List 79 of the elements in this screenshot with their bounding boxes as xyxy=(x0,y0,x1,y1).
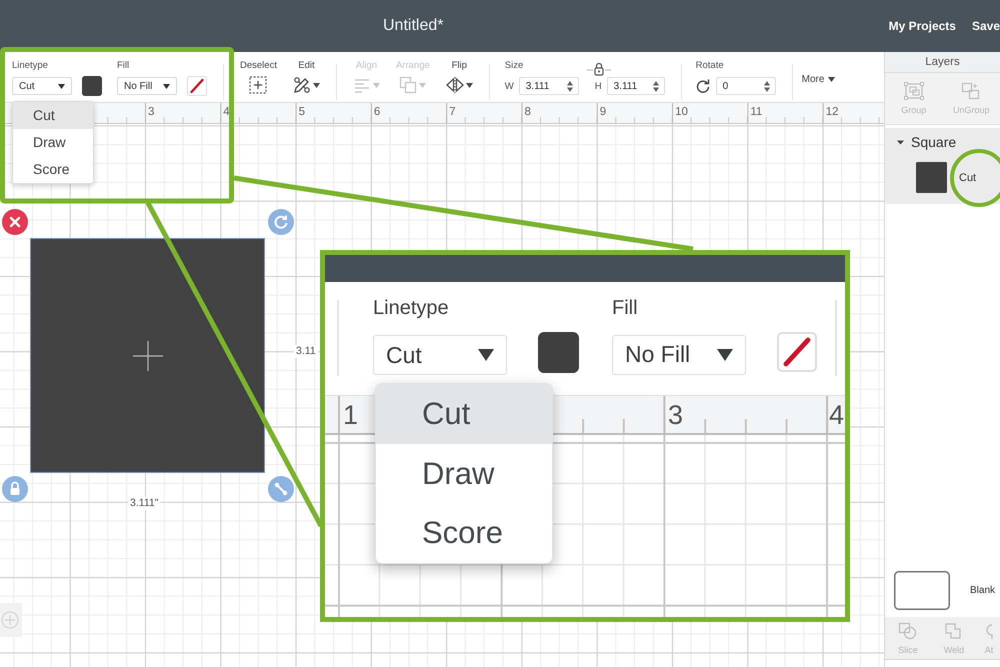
fill-select[interactable]: No Fill xyxy=(117,77,177,95)
width-label: W xyxy=(504,80,514,92)
swatch-icon[interactable] xyxy=(916,162,947,193)
edit-button[interactable]: Edit xyxy=(292,60,320,95)
caret-icon xyxy=(717,348,733,360)
swatch-icon[interactable] xyxy=(82,76,102,96)
stacked-squares-icon xyxy=(399,76,418,94)
crosshair-icon xyxy=(132,340,162,370)
ruler-label: 5 xyxy=(298,106,305,119)
separated-squares-icon xyxy=(961,82,982,100)
ruler-label: 6 xyxy=(374,106,380,119)
menu-item[interactable]: Score xyxy=(13,156,93,183)
stepper-icon[interactable] xyxy=(566,80,573,92)
flip-button[interactable]: Flip xyxy=(446,60,473,95)
linetype-select[interactable]: Cut xyxy=(12,77,72,95)
layers-header: Layers xyxy=(885,52,1000,73)
ruler-label: 4 xyxy=(223,106,230,119)
canvas-label: Blank xyxy=(970,584,996,596)
ruler-label: 11 xyxy=(750,106,762,119)
menu-item[interactable]: Draw xyxy=(13,129,93,156)
lock-icon[interactable] xyxy=(587,62,612,76)
canvas-swatch-icon[interactable] xyxy=(894,570,950,610)
ruler-label: 7 xyxy=(449,106,456,119)
ruler-label: 3 xyxy=(668,400,684,430)
close-icon[interactable] xyxy=(2,209,28,235)
more-button[interactable]: More xyxy=(802,74,836,85)
caret-icon xyxy=(163,84,170,88)
header-button[interactable]: Save xyxy=(972,19,1000,33)
stepper-icon[interactable] xyxy=(764,80,770,92)
menu-item[interactable]: Cut xyxy=(13,102,93,129)
layer-item-label[interactable]: Cut xyxy=(959,172,976,184)
linetype-select[interactable]: Cut xyxy=(373,335,507,375)
caret-icon xyxy=(58,84,65,88)
layer-group[interactable]: Square Cut xyxy=(885,128,1000,204)
ruler-label: 3 xyxy=(148,106,154,119)
slash-swatch-icon[interactable] xyxy=(777,332,817,372)
ruler-label: 4 xyxy=(829,400,844,430)
ruler-label: 1 xyxy=(343,400,358,430)
stepper-icon[interactable] xyxy=(652,80,659,92)
overlapping-shapes-icon xyxy=(898,622,918,640)
width-dimension: 3.111" xyxy=(128,497,160,510)
rotate-field[interactable]: 0 xyxy=(716,77,776,95)
height-label: H xyxy=(594,80,602,92)
caret-icon xyxy=(419,82,426,88)
grouped-squares-icon xyxy=(904,82,924,100)
caret-icon xyxy=(478,349,494,361)
menu-item[interactable]: Cut xyxy=(376,384,552,444)
caret-icon xyxy=(828,77,836,82)
height-dimension: 3.11 xyxy=(294,345,318,358)
fill-label: Fill xyxy=(117,60,130,72)
pencil-scissors-icon xyxy=(292,76,311,94)
height-field[interactable]: 3.111 xyxy=(606,77,665,95)
menu-item[interactable]: Draw xyxy=(376,444,552,503)
fill-select[interactable]: No Fill xyxy=(612,334,746,374)
ruler-label: 9 xyxy=(600,106,606,119)
menu-item[interactable]: Score xyxy=(376,503,552,562)
rotate-label: Rotate xyxy=(696,60,725,72)
linetype-label: Linetype xyxy=(12,60,49,72)
ruler-label: 10 xyxy=(675,106,688,119)
slash-swatch-icon[interactable] xyxy=(187,76,207,96)
dashed-box-plus-icon xyxy=(249,76,268,94)
rotate-icon[interactable] xyxy=(696,79,710,93)
layer-name[interactable]: Square xyxy=(911,134,956,150)
caret-icon xyxy=(372,82,380,88)
header-button[interactable]: My Projects xyxy=(888,19,956,33)
ruler-label: 8 xyxy=(524,106,531,119)
swatch-icon[interactable] xyxy=(538,332,579,373)
fill-label: Fill xyxy=(612,296,639,320)
deselect-button[interactable]: Deselect xyxy=(240,60,277,95)
caret-icon xyxy=(312,82,320,88)
caret-icon xyxy=(466,82,473,88)
mirror-triangles-icon xyxy=(446,76,464,94)
linetype-label: Linetype xyxy=(373,296,450,320)
ruler-label: 12 xyxy=(826,106,838,119)
square-shape[interactable] xyxy=(30,238,265,473)
size-label: Size xyxy=(504,60,524,72)
document-title: Untitled* xyxy=(383,17,444,35)
width-field[interactable]: 3.111 xyxy=(518,77,579,95)
caret-icon[interactable] xyxy=(897,138,904,146)
